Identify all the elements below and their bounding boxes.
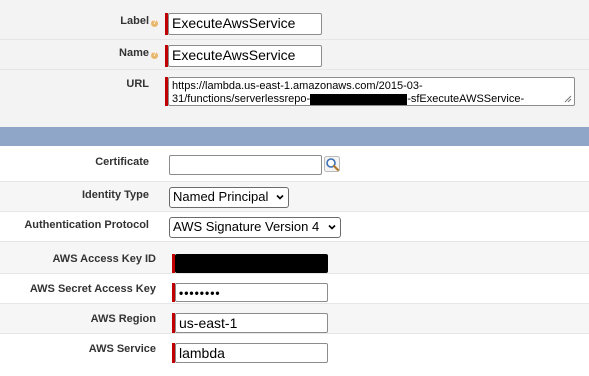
url-line-1: https://lambda.us-east-1.amazonaws.com/2… — [172, 80, 423, 92]
region-input[interactable]: us-east-1 — [175, 313, 328, 333]
identity-type-value: Named Principal — [173, 189, 269, 204]
name-text: Name — [119, 47, 149, 59]
auth-protocol-label: Authentication Protocol — [24, 219, 149, 231]
auth-protocol-row: Authentication Protocol AWS Signature Ve… — [0, 212, 589, 242]
certificate-label: Certificate — [95, 156, 149, 168]
resize-grip-icon[interactable] — [564, 95, 572, 103]
url-textarea[interactable]: https://lambda.us-east-1.amazonaws.com/2… — [168, 77, 575, 106]
label-row: Label? ExecuteAwsService — [0, 0, 589, 40]
secret-key-label: AWS Secret Access Key — [29, 283, 156, 295]
auth-protocol-value: AWS Signature Version 4 — [173, 219, 320, 234]
identity-type-row: Identity Type Named Principal — [0, 182, 589, 212]
chevron-down-icon — [276, 194, 284, 200]
chevron-down-icon — [328, 224, 336, 230]
certificate-input[interactable] — [169, 155, 322, 175]
label-input[interactable]: ExecuteAwsService — [168, 13, 322, 35]
access-key-row: AWS Access Key ID — [0, 242, 589, 274]
identity-type-select[interactable]: Named Principal — [169, 187, 289, 208]
access-key-label: AWS Access Key ID — [52, 253, 156, 265]
name-field-label: Name? — [119, 47, 158, 59]
url-field-label: URL — [126, 78, 149, 90]
auth-protocol-select[interactable]: AWS Signature Version 4 — [169, 217, 341, 238]
region-label: AWS Region — [90, 313, 156, 325]
password-mask: •••••••• — [179, 286, 221, 300]
url-row: URL https://lambda.us-east-1.amazonaws.c… — [0, 70, 589, 127]
label-field-label: Label? — [120, 15, 158, 27]
secret-key-input[interactable]: •••••••• — [175, 283, 328, 302]
region-row: AWS Region us-east-1 — [0, 304, 589, 334]
section-header-bar — [0, 127, 589, 146]
secret-key-row: AWS Secret Access Key •••••••• — [0, 274, 589, 304]
identity-type-label: Identity Type — [81, 189, 149, 201]
label-text: Label — [120, 15, 149, 27]
name-input[interactable]: ExecuteAwsService — [168, 45, 322, 67]
name-row: Name? ExecuteAwsService — [0, 40, 589, 70]
service-input[interactable]: lambda — [175, 343, 328, 363]
url-line-2-suffix: -sfExecuteAWSService- — [407, 93, 525, 105]
redacted-block — [310, 93, 408, 105]
access-key-input[interactable] — [175, 254, 328, 273]
lookup-icon[interactable] — [324, 156, 340, 172]
help-icon[interactable]: ? — [151, 20, 158, 27]
service-label: AWS Service — [88, 343, 156, 355]
certificate-row: Certificate — [0, 146, 589, 182]
url-line-2-prefix: 31/functions/serverlessrepo- — [172, 93, 311, 105]
service-row: AWS Service lambda — [0, 334, 589, 376]
help-icon[interactable]: ? — [151, 52, 158, 59]
